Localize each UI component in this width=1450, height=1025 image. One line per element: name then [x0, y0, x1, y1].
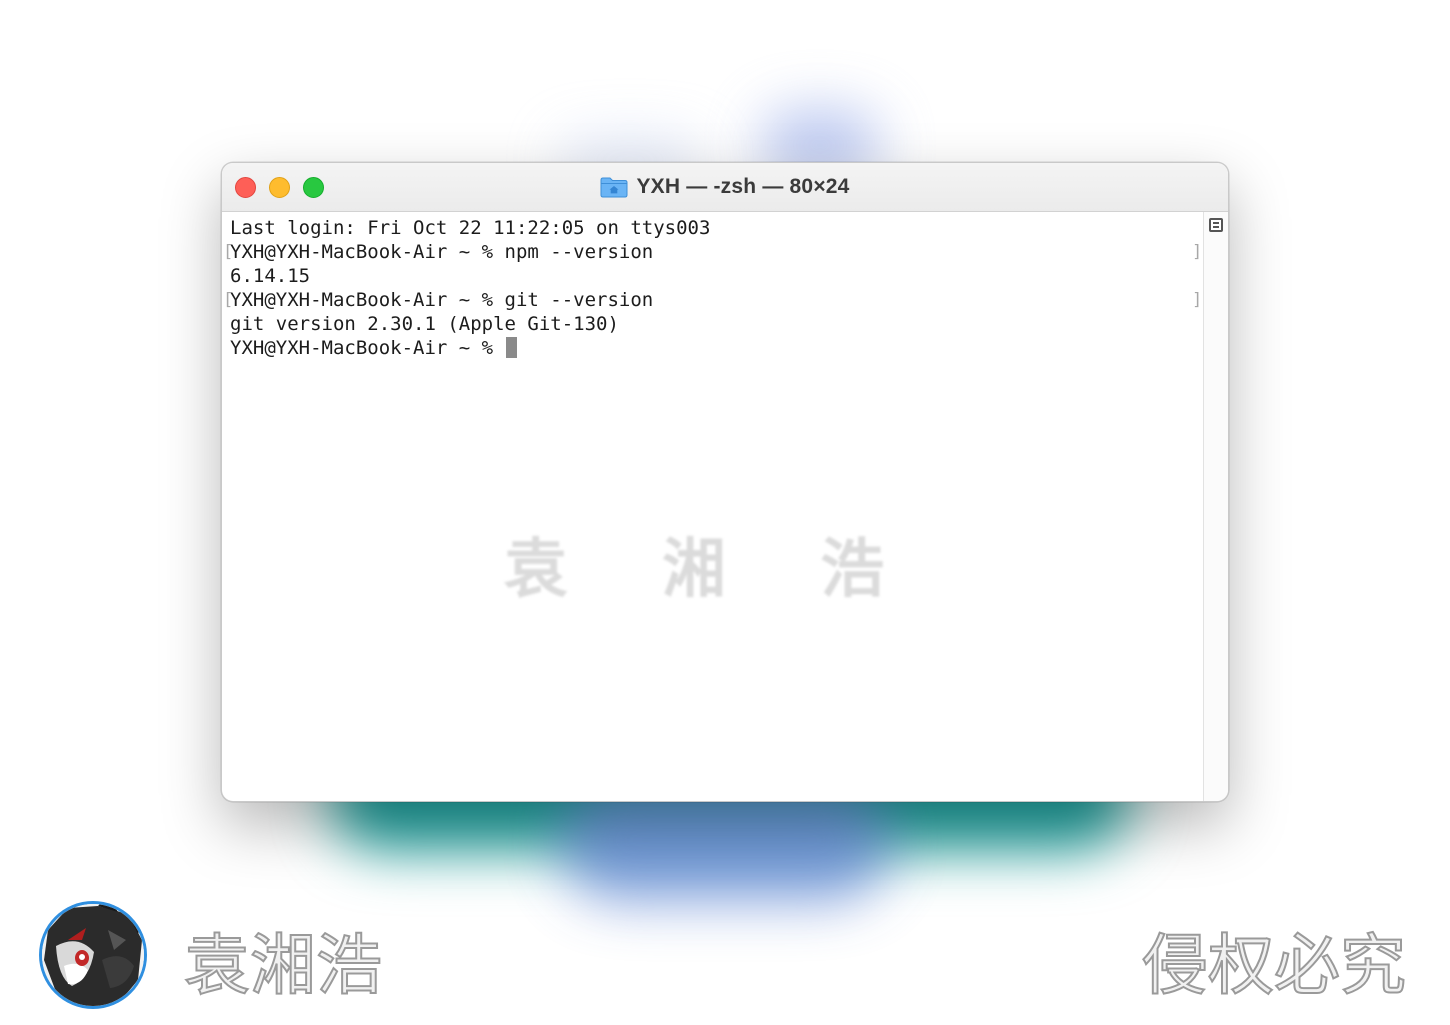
window-title-group: YXH — -zsh — 80×24: [222, 163, 1228, 211]
text-cursor: [505, 337, 517, 358]
window-title: YXH — -zsh — 80×24: [636, 175, 850, 198]
copyright-notice: 侵权必究: [1141, 926, 1407, 1005]
terminal-line: YXH@YXH-MacBook-Air ~ % npm --version: [230, 241, 654, 263]
home-folder-icon: [600, 177, 628, 198]
terminal-line: 6.14.15: [230, 265, 311, 287]
terminal-prompt-line[interactable]: YXH@YXH-MacBook-Air ~ %: [230, 336, 517, 360]
terminal-window[interactable]: YXH — -zsh — 80×24 Last login: Fri Oct 2…: [221, 162, 1229, 802]
terminal-line: Last login: Fri Oct 22 11:22:05 on ttys0…: [230, 217, 711, 239]
scrollbar-track[interactable]: [1203, 212, 1228, 801]
center-watermark: 袁 湘 浩: [503, 533, 921, 607]
terminal-line: YXH@YXH-MacBook-Air ~ % git --version: [230, 289, 654, 311]
terminal-line: git version 2.30.1 (Apple Git-130): [230, 313, 619, 335]
author-avatar: [39, 901, 147, 1009]
terminal-prompt: YXH@YXH-MacBook-Air ~ %: [230, 337, 505, 359]
mark-bracket-right: ]: [1192, 242, 1203, 262]
author-name: 袁湘浩: [183, 926, 383, 1005]
mark-bracket-right: ]: [1192, 290, 1203, 310]
terminal-output[interactable]: Last login: Fri Oct 22 11:22:05 on ttys0…: [222, 212, 1202, 801]
title-bar[interactable]: YXH — -zsh — 80×24: [222, 163, 1228, 212]
inspector-icon[interactable]: [1209, 218, 1223, 232]
